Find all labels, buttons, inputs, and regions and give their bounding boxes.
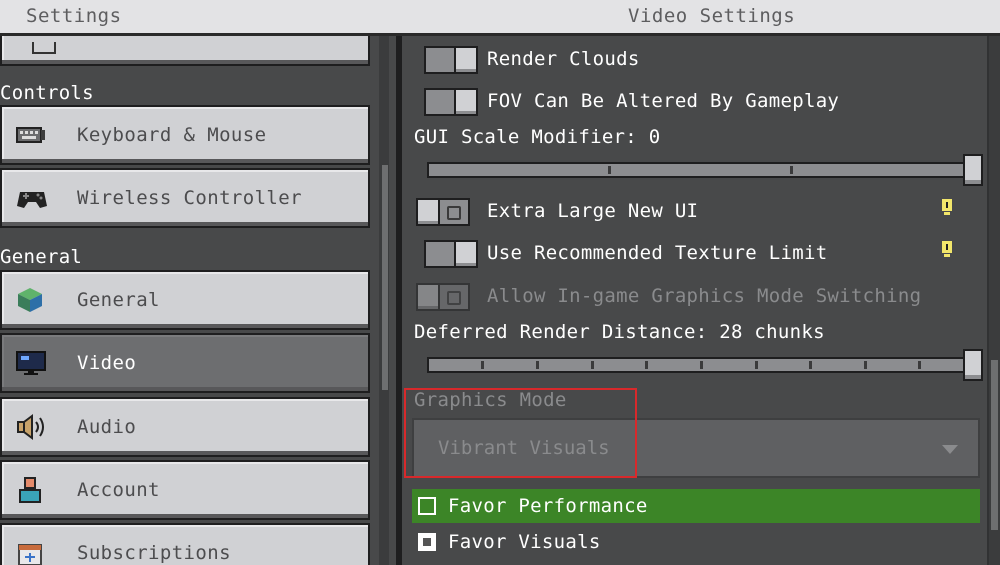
extra-large-ui-toggle[interactable] [416, 198, 470, 226]
sidebar-item-label: Keyboard & Mouse [77, 124, 267, 146]
extra-large-ui-label: Extra Large New UI [487, 200, 699, 222]
sidebar-item-wireless-controller[interactable]: Wireless Controller [0, 168, 370, 228]
checkbox-icon [418, 533, 436, 551]
speaker-icon [16, 413, 46, 441]
monitor-icon [16, 349, 46, 377]
partial-icon [32, 42, 56, 54]
render-clouds-label: Render Clouds [487, 48, 640, 70]
graphics-switching-label: Allow In-game Graphics Mode Switching [487, 285, 922, 307]
slider-tick [536, 361, 539, 369]
chevron-down-icon [942, 445, 958, 454]
render-distance-slider[interactable] [427, 357, 972, 373]
gui-scale-slider-knob[interactable] [963, 154, 983, 186]
sidebar-scrollbar-thumb[interactable] [382, 165, 388, 390]
sidebar-item-label: Audio [77, 416, 137, 438]
annotation-highlight [404, 388, 637, 478]
slider-tick [481, 361, 484, 369]
sidebar-item-label: Account [77, 479, 160, 501]
slider-tick [608, 166, 611, 174]
toggle-knob [418, 285, 440, 309]
sidebar-item-subscriptions[interactable]: Subscriptions [0, 523, 370, 565]
sidebar-item-partial[interactable] [0, 36, 370, 66]
sidebar-item-label: General [77, 289, 160, 311]
info-icon[interactable] [940, 198, 954, 216]
slider-tick [918, 361, 921, 369]
section-header-controls: Controls [0, 82, 94, 104]
slider-tick [645, 361, 648, 369]
sidebar-item-account[interactable]: Account [0, 460, 370, 520]
texture-limit-label: Use Recommended Texture Limit [487, 242, 828, 264]
option-favor-visuals[interactable]: Favor Visuals [412, 525, 980, 559]
render-clouds-toggle[interactable] [424, 46, 478, 74]
fov-toggle[interactable] [424, 88, 478, 116]
option-favor-performance[interactable]: Favor Performance [412, 489, 980, 523]
render-distance-label: Deferred Render Distance: 28 chunks [414, 321, 825, 343]
option-label: Favor Visuals [448, 531, 601, 553]
slider-tick [864, 361, 867, 369]
settings-title: Settings [26, 5, 122, 27]
slider-tick [755, 361, 758, 369]
slider-tick [591, 361, 594, 369]
option-label: Favor Performance [448, 495, 648, 517]
sidebar-item-video[interactable]: Video [0, 333, 370, 393]
toggle-knob [454, 48, 476, 72]
toggle-knob [418, 200, 440, 224]
texture-limit-toggle[interactable] [424, 240, 478, 268]
slider-tick [809, 361, 812, 369]
sidebar-item-general[interactable]: General [0, 270, 370, 330]
render-distance-slider-knob[interactable] [963, 349, 983, 381]
title-bar: Settings Video Settings [0, 0, 1000, 36]
page-title: Video Settings [628, 5, 796, 27]
cube-icon [16, 286, 46, 314]
toggle-off-indicator [447, 206, 461, 220]
sidebar-item-label: Wireless Controller [77, 187, 302, 209]
sidebar-item-audio[interactable]: Audio [0, 397, 370, 457]
sidebar-item-keyboard-mouse[interactable]: Keyboard & Mouse [0, 105, 370, 165]
sidebar-item-label: Subscriptions [77, 542, 231, 564]
toggle-knob [454, 242, 476, 266]
content-scrollbar-thumb[interactable] [991, 360, 998, 530]
person-icon [16, 476, 46, 504]
calendar-plus-icon [16, 539, 46, 565]
graphics-switching-toggle[interactable] [416, 283, 470, 311]
toggle-knob [454, 90, 476, 114]
gui-scale-slider[interactable] [427, 162, 972, 178]
sidebar: Controls Keyboard & Mouse Wireless Contr… [0, 36, 400, 565]
keyboard-icon [16, 121, 46, 149]
section-header-general: General [0, 246, 83, 268]
gamepad-icon [16, 184, 47, 212]
slider-tick [790, 166, 793, 174]
fov-label: FOV Can Be Altered By Gameplay [487, 90, 840, 112]
sidebar-item-label: Video [77, 352, 137, 374]
checkbox-icon [418, 497, 436, 515]
info-icon[interactable] [940, 240, 954, 258]
gui-scale-label: GUI Scale Modifier: 0 [414, 126, 661, 148]
toggle-off-indicator [447, 291, 461, 305]
slider-tick [700, 361, 703, 369]
